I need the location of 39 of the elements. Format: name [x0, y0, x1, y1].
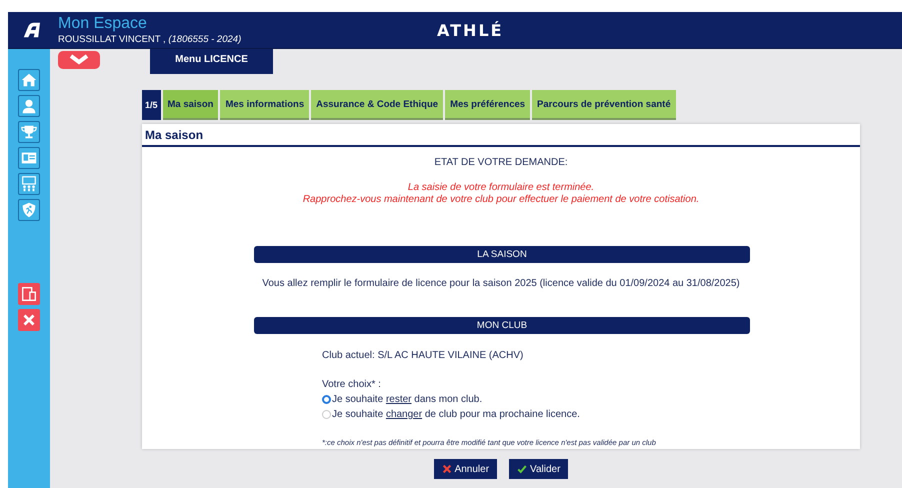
- season-text: Vous allez remplir le formulaire de licence pour la saison 2025 (licence valide du 01/09/2024 au 31/08/2025): [261, 278, 741, 289]
- choice-label: Votre choix* :: [322, 379, 382, 390]
- cross-icon: [442, 464, 452, 474]
- status-message: La saisie de votre formulaire est terminée.: [408, 182, 594, 194]
- section-header: LA SAISON: [254, 246, 750, 263]
- status-message: Rapprochez-vous maintenant de votre club pour effectuer le paiement de votre cotisation.: [302, 194, 700, 206]
- chevron-down-button[interactable]: [58, 51, 100, 69]
- tab[interactable]: Parcours de prévention santé: [532, 90, 676, 120]
- user-name: ROUSSILLAT VINCENT ,: [58, 34, 166, 44]
- tab[interactable]: Ma saison: [162, 90, 218, 120]
- option-label: Je souhaite rester dans mon club.: [332, 394, 482, 405]
- trophy-icon[interactable]: [18, 121, 40, 143]
- shield-runner-icon[interactable]: [18, 199, 40, 221]
- tab[interactable]: Assurance & Code Ethique: [311, 90, 444, 120]
- section-header: MON CLUB: [254, 317, 750, 334]
- tab[interactable]: Mes préférences: [445, 90, 530, 120]
- option-label: Je souhaite changer de club pour ma prochaine licence.: [332, 409, 580, 420]
- team-board-icon[interactable]: [18, 173, 40, 195]
- tab[interactable]: Mes informations: [220, 90, 310, 120]
- link[interactable]: changer: [386, 409, 422, 420]
- close-icon[interactable]: [18, 309, 40, 331]
- cancel-button[interactable]: Annuler: [434, 459, 498, 479]
- current-club: Club actuel: S/L AC HAUTE VILAINE (ACHV): [322, 350, 524, 361]
- panel-title: Ma saison: [142, 124, 860, 147]
- validate-button[interactable]: Valider: [509, 459, 568, 479]
- user-id: (1806555 - 2024): [168, 34, 242, 44]
- check-icon: [517, 464, 528, 474]
- logo: ATHLÉ: [437, 21, 504, 40]
- step-counter: 1/5: [142, 90, 161, 120]
- home-icon[interactable]: [18, 69, 40, 91]
- devices-icon[interactable]: [18, 283, 40, 305]
- app-title: Mon Espace: [58, 14, 148, 32]
- radio-button[interactable]: [322, 395, 331, 404]
- link[interactable]: rester: [386, 394, 412, 405]
- status-heading: ETAT DE VOTRE DEMANDE:: [433, 157, 569, 168]
- radio-button[interactable]: [322, 410, 331, 419]
- menu-button[interactable]: Menu LICENCE: [150, 49, 273, 74]
- person-icon[interactable]: [18, 95, 40, 117]
- id-card-icon[interactable]: [18, 147, 40, 169]
